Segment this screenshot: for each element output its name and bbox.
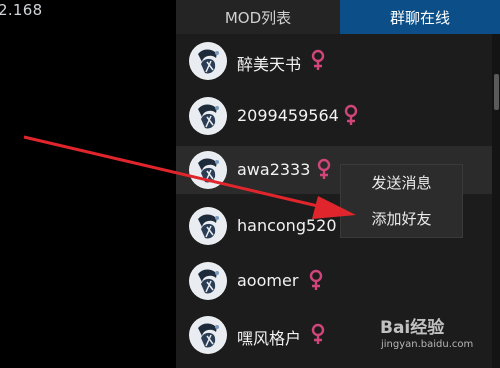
watermark-url: jingyan.baidu.com — [381, 339, 474, 350]
watermark-text: Bai经验 — [380, 318, 445, 338]
watermark: Bai经验 jingyan.baidu.com — [380, 313, 473, 350]
